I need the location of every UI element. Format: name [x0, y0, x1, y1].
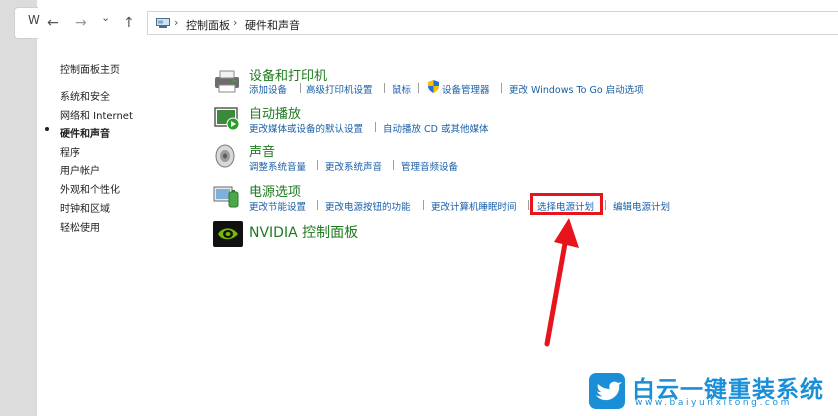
sidebar-item-programs[interactable]: 程序	[60, 144, 80, 159]
watermark-url: www.baiyunxitong.com	[635, 398, 792, 408]
link-divider	[317, 200, 318, 210]
sidebar-item-ease-of-access[interactable]: 轻松使用	[60, 219, 100, 234]
link-divider	[418, 83, 419, 93]
link-divider	[423, 200, 424, 210]
sidebar-item-control-panel-home[interactable]: 控制面板主页	[60, 61, 120, 76]
recent-locations-dropdown-icon[interactable]: ⌄	[101, 11, 110, 25]
link-change-system-sounds[interactable]: 更改系统声音	[325, 159, 382, 173]
autoplay-icon	[214, 107, 240, 131]
watermark-logo	[589, 373, 625, 409]
link-change-media-defaults[interactable]: 更改媒体或设备的默认设置	[249, 121, 363, 135]
window-title-fragment: W	[28, 13, 40, 27]
link-change-sleep-time[interactable]: 更改计算机睡眠时间	[431, 199, 517, 213]
printer-icon	[215, 70, 239, 93]
link-change-power-saving[interactable]: 更改节能设置	[249, 199, 306, 213]
sidebar-item-user-accounts[interactable]: 用户帐户	[60, 162, 100, 177]
back-button[interactable]: ←	[47, 16, 59, 30]
window-edge	[0, 0, 38, 416]
link-manage-audio-devices[interactable]: 管理音频设备	[401, 159, 458, 173]
link-edit-power-plan[interactable]: 编辑电源计划	[613, 199, 670, 213]
address-bar[interactable]: › 控制面板 › 硬件和声音	[147, 11, 838, 35]
link-divider	[528, 200, 529, 210]
category-title-power-options[interactable]: 电源选项	[249, 181, 301, 200]
link-divider	[375, 122, 376, 132]
link-mouse[interactable]: 鼠标	[392, 82, 411, 96]
uac-shield-icon	[428, 80, 439, 93]
link-divider	[393, 160, 394, 170]
link-device-manager[interactable]: 设备管理器	[442, 82, 490, 96]
sidebar-item-appearance[interactable]: 外观和个性化	[60, 181, 120, 196]
link-divider	[501, 83, 502, 93]
link-windows-to-go[interactable]: 更改 Windows To Go 启动选项	[509, 82, 644, 96]
sidebar-item-hardware-sound[interactable]: 硬件和声音	[60, 125, 110, 140]
category-title-sound[interactable]: 声音	[249, 141, 275, 160]
link-divider	[317, 160, 318, 170]
category-title-nvidia[interactable]: NVIDIA 控制面板	[249, 222, 358, 242]
nvidia-icon	[213, 221, 243, 247]
red-arrow-icon	[544, 218, 579, 347]
link-advanced-printer-settings[interactable]: 高级打印机设置	[306, 82, 373, 96]
link-divider	[300, 83, 301, 93]
power-options-icon	[213, 186, 239, 208]
breadcrumb-separator: ›	[174, 16, 179, 29]
link-autoplay-cd[interactable]: 自动播放 CD 或其他媒体	[383, 121, 489, 135]
speaker-icon	[215, 144, 235, 168]
link-divider	[605, 200, 606, 210]
sidebar-item-network-internet[interactable]: 网络和 Internet	[60, 107, 133, 122]
control-panel-icon	[156, 18, 170, 28]
sidebar-item-system-security[interactable]: 系统和安全	[60, 88, 110, 103]
up-button[interactable]: ↑	[123, 16, 135, 30]
breadcrumb-hardware-sound[interactable]: 硬件和声音	[245, 17, 300, 33]
link-add-device[interactable]: 添加设备	[249, 82, 287, 96]
category-title-autoplay[interactable]: 自动播放	[249, 103, 301, 122]
bird-icon	[596, 381, 622, 401]
active-item-bullet	[45, 127, 49, 131]
link-adjust-volume[interactable]: 调整系统音量	[249, 159, 306, 173]
breadcrumb-separator: ›	[233, 16, 238, 29]
forward-button[interactable]: →	[75, 16, 87, 30]
sidebar-item-clock-region[interactable]: 时钟和区域	[60, 200, 110, 215]
link-divider	[384, 83, 385, 93]
link-change-power-button[interactable]: 更改电源按钮的功能	[325, 199, 411, 213]
breadcrumb-control-panel[interactable]: 控制面板	[186, 17, 230, 33]
